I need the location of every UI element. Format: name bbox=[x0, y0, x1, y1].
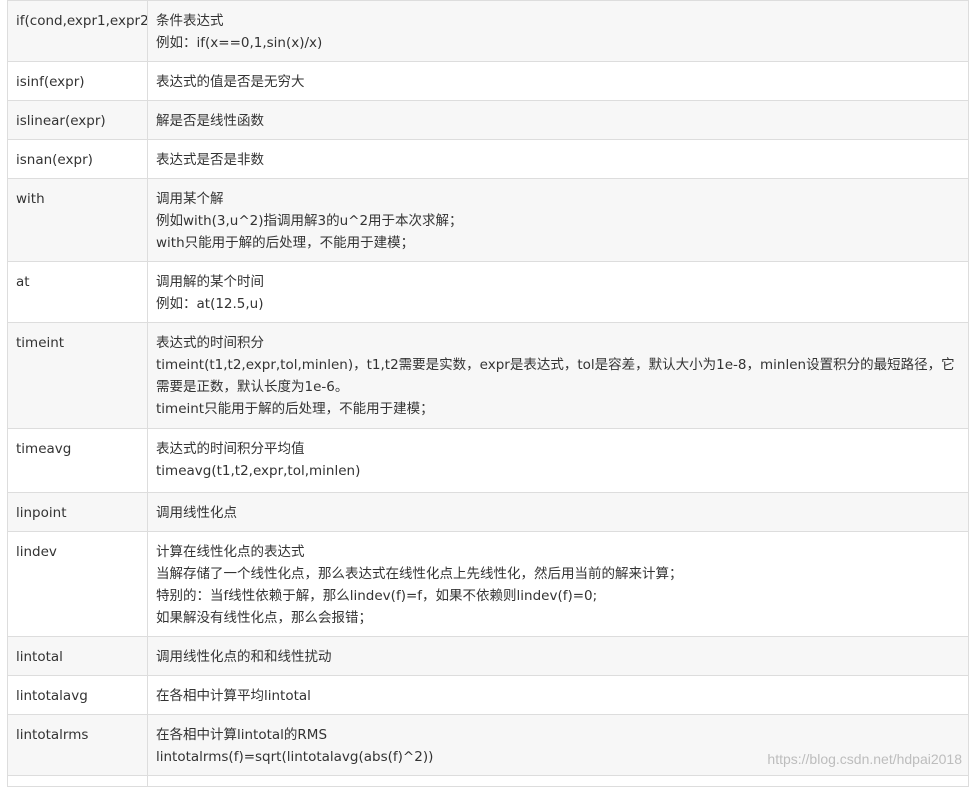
function-name-cell: lindev bbox=[7, 531, 148, 637]
function-name-cell: timeavg bbox=[7, 428, 148, 493]
description-cell: 条件表达式 例如：if(x==0,1,sin(x)/x) bbox=[147, 0, 969, 62]
description-cell: 调用解的某个时间 例如：at(12.5,u) bbox=[147, 261, 969, 323]
function-name-cell: lintotal bbox=[7, 636, 148, 676]
description-cell: 计算在线性化点的表达式 当解存储了一个线性化点，那么表达式在线性化点上先线性化，… bbox=[147, 531, 969, 637]
table-row: timeavg 表达式的时间积分平均值 timeavg(t1,t2,expr,t… bbox=[7, 428, 969, 493]
description-cell: 表达式的时间积分 timeint(t1,t2,expr,tol,minlen)，… bbox=[147, 322, 969, 429]
description-cell: 调用某个解 例如with(3,u^2)指调用解3的u^2用于本次求解； with… bbox=[147, 178, 969, 262]
table-row bbox=[7, 775, 969, 787]
table-row: isinf(expr) 表达式的值是否是无穷大 bbox=[7, 61, 969, 101]
function-name-cell: islinear(expr) bbox=[7, 100, 148, 140]
function-table: if(cond,expr1,expr2) 条件表达式 例如：if(x==0,1,… bbox=[7, 0, 969, 787]
description-cell: 表达式是否是非数 bbox=[147, 139, 969, 179]
table-row: lintotal 调用线性化点的和和线性扰动 bbox=[7, 636, 969, 676]
description-cell: 表达式的值是否是无穷大 bbox=[147, 61, 969, 101]
function-name-cell: timeint bbox=[7, 322, 148, 429]
function-name-cell: linpoint bbox=[7, 492, 148, 532]
table-row: with 调用某个解 例如with(3,u^2)指调用解3的u^2用于本次求解；… bbox=[7, 178, 969, 262]
table-row: linpoint 调用线性化点 bbox=[7, 492, 969, 532]
function-name-cell: isnan(expr) bbox=[7, 139, 148, 179]
table-row: timeint 表达式的时间积分 timeint(t1,t2,expr,tol,… bbox=[7, 322, 969, 429]
description-cell: 调用线性化点的和和线性扰动 bbox=[147, 636, 969, 676]
function-name-cell: at bbox=[7, 261, 148, 323]
table-row: isnan(expr) 表达式是否是非数 bbox=[7, 139, 969, 179]
function-name-cell: with bbox=[7, 178, 148, 262]
description-cell: 调用线性化点 bbox=[147, 492, 969, 532]
function-name-cell: if(cond,expr1,expr2) bbox=[7, 0, 148, 62]
table-row: lintotalavg 在各相中计算平均lintotal bbox=[7, 675, 969, 715]
table-row: if(cond,expr1,expr2) 条件表达式 例如：if(x==0,1,… bbox=[7, 0, 969, 62]
table-row: islinear(expr) 解是否是线性函数 bbox=[7, 100, 969, 140]
table-row: at 调用解的某个时间 例如：at(12.5,u) bbox=[7, 261, 969, 323]
description-cell: 表达式的时间积分平均值 timeavg(t1,t2,expr,tol,minle… bbox=[147, 428, 969, 493]
function-name-cell bbox=[7, 775, 148, 787]
watermark: https://blog.csdn.net/hdpai2018 bbox=[767, 751, 962, 767]
description-cell bbox=[147, 775, 969, 787]
function-name-cell: lintotalrms bbox=[7, 714, 148, 776]
description-cell: 解是否是线性函数 bbox=[147, 100, 969, 140]
function-name-cell: isinf(expr) bbox=[7, 61, 148, 101]
description-cell: 在各相中计算平均lintotal bbox=[147, 675, 969, 715]
function-name-cell: lintotalavg bbox=[7, 675, 148, 715]
table-row: lindev 计算在线性化点的表达式 当解存储了一个线性化点，那么表达式在线性化… bbox=[7, 531, 969, 637]
